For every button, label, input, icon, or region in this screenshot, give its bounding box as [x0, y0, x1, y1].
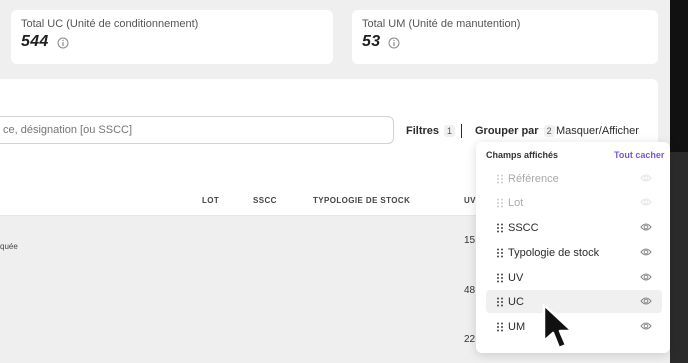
eye-icon	[640, 198, 652, 206]
drag-handle-icon[interactable]	[496, 273, 504, 283]
column-header-uv[interactable]: UV	[464, 196, 476, 205]
info-icon[interactable]	[57, 36, 69, 49]
group-by-button[interactable]: Grouper par 2	[475, 125, 555, 137]
column-header-typology[interactable]: TYPOLOGIE DE STOCK	[313, 196, 410, 205]
field-item-typology[interactable]: Typologie de stock	[486, 241, 662, 264]
drag-handle-icon	[497, 198, 503, 207]
field-item-label: SSCC	[508, 221, 539, 234]
eye-icon[interactable]	[640, 222, 652, 232]
field-item-label: Lot	[508, 196, 524, 209]
mouse-cursor-icon	[542, 303, 574, 350]
row-designation-partial: quée	[0, 242, 18, 251]
eye-icon[interactable]	[640, 296, 652, 306]
field-item-sscc[interactable]: SSCC	[486, 216, 662, 239]
info-icon[interactable]	[388, 36, 400, 49]
group-by-count-badge: 2	[543, 125, 555, 137]
show-hide-columns-button[interactable]: Masquer/Afficher	[556, 125, 639, 137]
dropdown-title: Champs affichés	[486, 150, 559, 160]
eye-icon	[640, 174, 652, 182]
row-uv-value: 48	[464, 285, 476, 296]
group-by-label: Grouper par	[475, 125, 539, 137]
field-item-lot: Lot	[486, 191, 662, 214]
field-item-label: UM	[508, 320, 526, 333]
filters-label: Filtres	[406, 125, 440, 137]
stat-label-um: Total UM (Unité de manutention)	[362, 18, 521, 30]
dropdown-header: Champs affichés Tout cacher	[476, 142, 670, 168]
column-header-sscc[interactable]: SSCC	[253, 196, 277, 205]
field-item-label: Référence	[508, 172, 559, 185]
field-item-label: UC	[508, 295, 524, 308]
row-uv-value: 15	[464, 235, 476, 246]
modal-backdrop-edge	[670, 0, 688, 363]
stat-card-um: Total UM (Unité de manutention) 53	[352, 10, 658, 64]
drag-handle-icon[interactable]	[496, 297, 504, 307]
toolbar-divider	[461, 124, 462, 138]
field-item-uv[interactable]: UV	[486, 266, 662, 289]
eye-icon[interactable]	[640, 321, 652, 331]
stat-value-uc: 544	[21, 33, 49, 50]
drag-handle-icon[interactable]	[496, 223, 504, 233]
hide-all-button[interactable]: Tout cacher	[614, 150, 664, 160]
drag-handle-icon	[497, 174, 503, 183]
eye-icon[interactable]	[640, 247, 652, 257]
drag-handle-icon[interactable]	[496, 322, 504, 332]
stat-label-uc: Total UC (Unité de conditionnement)	[21, 18, 199, 30]
eye-icon[interactable]	[640, 272, 652, 282]
stat-card-uc: Total UC (Unité de conditionnement) 544	[11, 10, 333, 64]
backdrop-lower	[670, 152, 688, 363]
field-item-label: UV	[508, 271, 524, 284]
row-uv-value: 22	[464, 334, 476, 345]
column-header-lot[interactable]: LOT	[202, 196, 219, 205]
drag-handle-icon[interactable]	[496, 248, 504, 258]
field-item-label: Typologie de stock	[508, 246, 600, 259]
filters-button[interactable]: Filtres 1	[406, 125, 456, 137]
filters-count-badge: 1	[444, 125, 456, 137]
stat-value-um: 53	[362, 33, 381, 50]
search-input[interactable]	[0, 116, 394, 144]
field-item-reference: Référence	[486, 167, 662, 190]
